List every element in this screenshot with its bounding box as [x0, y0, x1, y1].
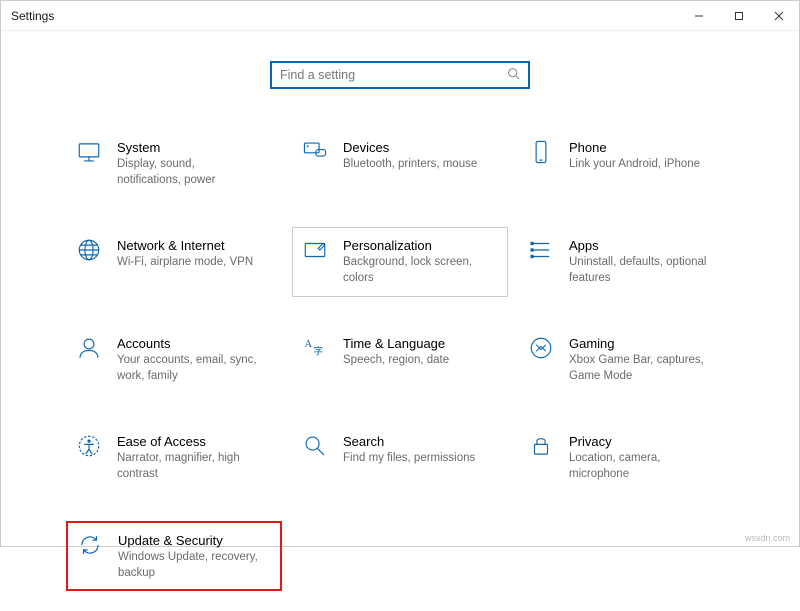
- phone-icon: [527, 138, 555, 166]
- tile-accounts[interactable]: Accounts Your accounts, email, sync, wor…: [66, 325, 282, 395]
- tile-desc: Display, sound, notifications, power: [117, 157, 257, 188]
- tile-text: Phone Link your Android, iPhone: [569, 138, 700, 173]
- tile-desc: Wi-Fi, airplane mode, VPN: [117, 255, 253, 271]
- tile-update-security[interactable]: Update & Security Windows Update, recove…: [66, 521, 282, 591]
- apps-icon: [527, 236, 555, 264]
- tile-ease-of-access[interactable]: Ease of Access Narrator, magnifier, high…: [66, 423, 282, 493]
- tile-title: Time & Language: [343, 336, 449, 351]
- tile-title: Apps: [569, 238, 709, 253]
- tile-title: System: [117, 140, 257, 155]
- tile-text: Time & Language Speech, region, date: [343, 334, 449, 369]
- system-icon: [75, 138, 103, 166]
- tile-title: Accounts: [117, 336, 257, 351]
- tile-phone[interactable]: Phone Link your Android, iPhone: [518, 129, 734, 199]
- devices-icon: [301, 138, 329, 166]
- tile-title: Ease of Access: [117, 434, 257, 449]
- tile-gaming[interactable]: Gaming Xbox Game Bar, captures, Game Mod…: [518, 325, 734, 395]
- gaming-icon: [527, 334, 555, 362]
- tile-text: Ease of Access Narrator, magnifier, high…: [117, 432, 257, 482]
- tile-title: Gaming: [569, 336, 709, 351]
- tile-desc: Uninstall, defaults, optional features: [569, 255, 709, 286]
- ease-of-access-icon: [75, 432, 103, 460]
- accounts-icon: [75, 334, 103, 362]
- tile-desc: Xbox Game Bar, captures, Game Mode: [569, 353, 709, 384]
- tile-desc: Link your Android, iPhone: [569, 157, 700, 173]
- tile-title: Phone: [569, 140, 700, 155]
- maximize-button[interactable]: [719, 1, 759, 31]
- tile-devices[interactable]: Devices Bluetooth, printers, mouse: [292, 129, 508, 199]
- search-wrap: [66, 61, 734, 89]
- update-security-icon: [76, 531, 104, 559]
- window-controls: [679, 1, 799, 31]
- tile-network[interactable]: Network & Internet Wi-Fi, airplane mode,…: [66, 227, 282, 297]
- tile-desc: Find my files, permissions: [343, 451, 475, 467]
- tile-text: Privacy Location, camera, microphone: [569, 432, 709, 482]
- personalization-icon: [301, 236, 329, 264]
- tile-desc: Your accounts, email, sync, work, family: [117, 353, 257, 384]
- svg-text:A: A: [304, 339, 312, 350]
- close-button[interactable]: [759, 1, 799, 31]
- tile-title: Update & Security: [118, 533, 258, 548]
- search-input[interactable]: [280, 68, 507, 82]
- tile-text: Gaming Xbox Game Bar, captures, Game Mod…: [569, 334, 709, 384]
- tile-title: Privacy: [569, 434, 709, 449]
- tile-text: Accounts Your accounts, email, sync, wor…: [117, 334, 257, 384]
- search-tile-icon: [301, 432, 329, 460]
- window-title: Settings: [11, 9, 679, 23]
- watermark: wsxdn.com: [745, 533, 790, 543]
- tile-desc: Windows Update, recovery, backup: [118, 550, 258, 581]
- tile-text: Update & Security Windows Update, recove…: [118, 531, 258, 581]
- tile-search[interactable]: Search Find my files, permissions: [292, 423, 508, 493]
- tile-desc: Bluetooth, printers, mouse: [343, 157, 477, 173]
- time-language-icon: A字: [301, 334, 329, 362]
- tile-title: Devices: [343, 140, 477, 155]
- tile-text: Network & Internet Wi-Fi, airplane mode,…: [117, 236, 253, 271]
- tile-desc: Background, lock screen, colors: [343, 255, 483, 286]
- tile-privacy[interactable]: Privacy Location, camera, microphone: [518, 423, 734, 493]
- network-icon: [75, 236, 103, 264]
- tile-text: Devices Bluetooth, printers, mouse: [343, 138, 477, 173]
- tile-desc: Speech, region, date: [343, 353, 449, 369]
- settings-grid: System Display, sound, notifications, po…: [66, 129, 734, 591]
- tile-title: Personalization: [343, 238, 483, 253]
- tile-desc: Narrator, magnifier, high contrast: [117, 451, 257, 482]
- tile-apps[interactable]: Apps Uninstall, defaults, optional featu…: [518, 227, 734, 297]
- tile-desc: Location, camera, microphone: [569, 451, 709, 482]
- search-icon: [507, 67, 520, 83]
- search-box[interactable]: [270, 61, 530, 89]
- tile-text: Personalization Background, lock screen,…: [343, 236, 483, 286]
- svg-text:字: 字: [313, 345, 323, 358]
- minimize-button[interactable]: [679, 1, 719, 31]
- tile-title: Search: [343, 434, 475, 449]
- tile-text: System Display, sound, notifications, po…: [117, 138, 257, 188]
- titlebar: Settings: [1, 1, 799, 31]
- tile-text: Apps Uninstall, defaults, optional featu…: [569, 236, 709, 286]
- content-area: System Display, sound, notifications, po…: [1, 31, 799, 611]
- tile-text: Search Find my files, permissions: [343, 432, 475, 467]
- tile-time-language[interactable]: A字 Time & Language Speech, region, date: [292, 325, 508, 395]
- tile-title: Network & Internet: [117, 238, 253, 253]
- tile-system[interactable]: System Display, sound, notifications, po…: [66, 129, 282, 199]
- privacy-icon: [527, 432, 555, 460]
- tile-personalization[interactable]: Personalization Background, lock screen,…: [292, 227, 508, 297]
